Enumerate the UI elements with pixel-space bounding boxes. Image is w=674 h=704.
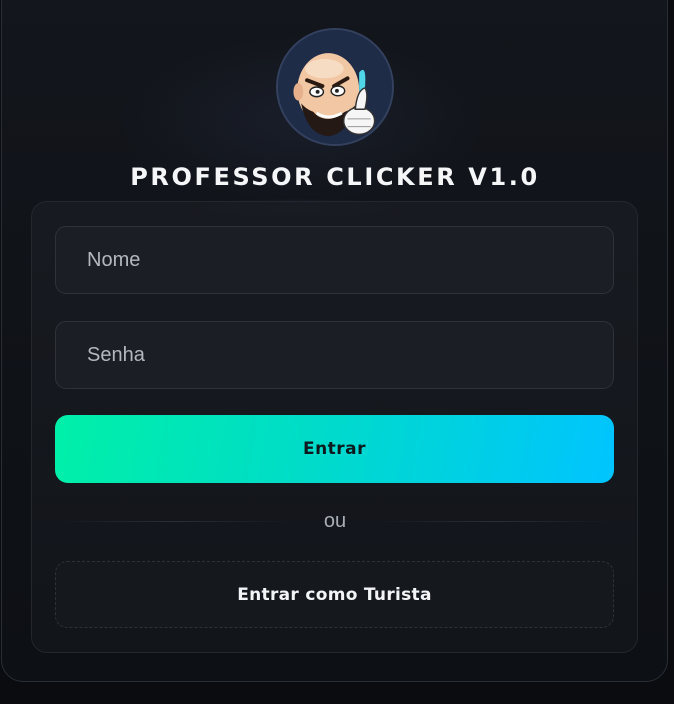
login-button[interactable]: Entrar bbox=[55, 415, 614, 483]
password-input[interactable] bbox=[55, 321, 614, 389]
separator-line-left bbox=[55, 521, 295, 522]
separator-text: ou bbox=[323, 510, 347, 532]
guest-login-button[interactable]: Entrar como Turista bbox=[55, 561, 614, 628]
professor-avatar-icon bbox=[276, 28, 394, 146]
separator-line-right bbox=[374, 521, 614, 522]
name-input[interactable] bbox=[55, 226, 614, 294]
app-title: PROFESSOR CLICKER V1.0 bbox=[130, 163, 540, 191]
